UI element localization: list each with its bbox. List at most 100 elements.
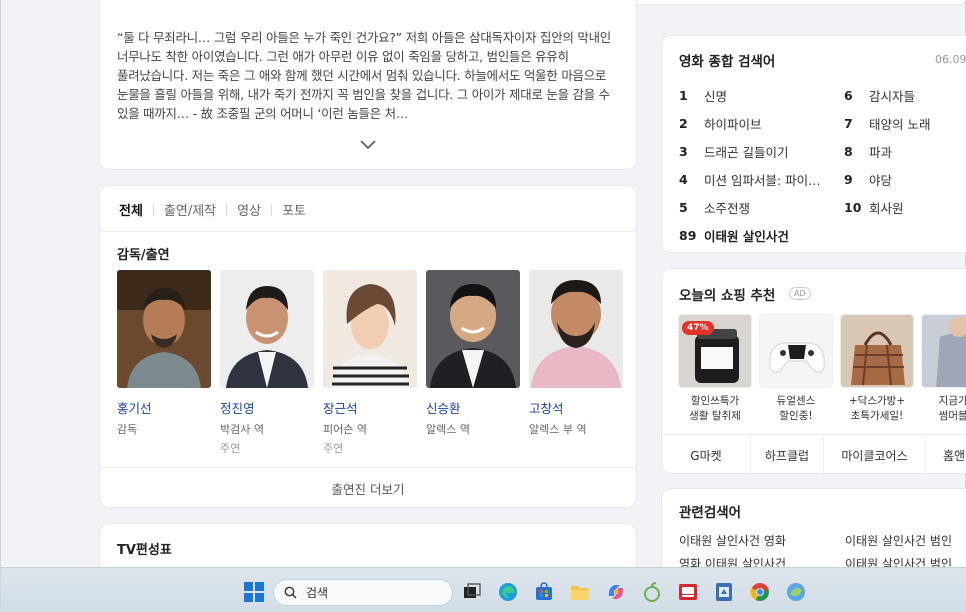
person-name[interactable]: 장근석 (323, 398, 417, 417)
rank-item[interactable]: 7 태양의 노래 (844, 109, 930, 137)
taskbar-search-input[interactable]: 검색 (273, 579, 453, 606)
person-photo[interactable] (426, 270, 520, 388)
section-title: 감독/출연 (117, 248, 170, 263)
product-item[interactable]: +닥스가방+ 초특가세일! (840, 314, 914, 424)
cast-card: 전체 출연/제작 영상 포토 감독/출연 홍기선 감독 정진영 박검사 역 주연… (99, 185, 637, 508)
shopping-card: 오늘의 쇼핑 추천 AD 47% 할인쓰특가 생활 탈취제 듀얼센스 할인중! … (661, 268, 966, 475)
rank-keyword[interactable]: 드래곤 길들이기 (704, 142, 788, 161)
rank-item[interactable]: 10 회사원 (844, 193, 930, 221)
rank-item[interactable]: 4 미션 임파서블: 파이… (679, 165, 821, 193)
start-icon[interactable] (243, 581, 265, 603)
tab-cast-production[interactable]: 출연/제작 (162, 200, 218, 219)
product-caption-line[interactable]: +닥스가방+ (849, 395, 905, 407)
cast-person[interactable]: 정진영 박검사 역 주연 (220, 270, 314, 456)
rank-keyword[interactable]: 회사원 (869, 198, 904, 217)
product-item[interactable]: 47% 할인쓰특가생활 탈취제 (678, 314, 752, 424)
person-role: 피어슨 역 (323, 423, 367, 436)
product-image[interactable] (840, 314, 914, 388)
store-link[interactable]: 하프클럽 (751, 435, 824, 475)
tab-photo[interactable]: 포토 (280, 200, 308, 219)
rank-card: 영화 종합 검색어 06.09. 1 신명 2 하이파이브 3 드래곤 길들이기 4미… (661, 35, 966, 253)
tab-divider (152, 204, 154, 215)
app2-icon[interactable] (785, 581, 807, 603)
rank-number: 7 (844, 115, 853, 131)
product-image[interactable] (759, 314, 833, 388)
product-item[interactable]: 듀얼센스할인중! (759, 314, 833, 424)
store-link[interactable]: G마켓 (662, 435, 751, 475)
rank-item-current[interactable]: 89 이태원 살인사건 (679, 221, 821, 249)
product-caption-line[interactable]: 할인쓰특가 (691, 395, 739, 407)
rank-item[interactable]: 9 야당 (844, 165, 930, 193)
rank-keyword[interactable]: 태양의 노래 (869, 114, 930, 133)
store-link[interactable]: 홈앤 (926, 435, 966, 475)
settings-icon[interactable] (713, 581, 735, 603)
rank-item[interactable]: 6 감시자들 (844, 81, 930, 109)
rank-keyword[interactable]: 야당 (869, 170, 892, 189)
product-caption-line[interactable]: 생활 탈취제 (689, 410, 741, 422)
person-photo[interactable] (529, 270, 623, 388)
rank-item[interactable]: 2 하이파이브 (679, 109, 821, 137)
product-caption-line[interactable]: 듀얼센스 (777, 395, 816, 407)
store-link[interactable]: 마이클코어스 (824, 435, 926, 475)
mail-icon[interactable] (677, 581, 699, 603)
rank-item[interactable]: 1 신명 (679, 81, 821, 109)
taskbar: 검색 (1, 567, 966, 612)
product-caption-line[interactable]: 썸머블라 (939, 410, 966, 422)
cast-person[interactable]: 홍기선 감독 (117, 270, 211, 456)
related-title: 관련검색어 (679, 505, 742, 521)
product-list: 47% 할인쓰특가 생활 탈취제 듀얼센스 할인중! +닥스가방+ 초특가세일!… (678, 314, 966, 424)
person-photo[interactable] (117, 270, 211, 388)
rank-keyword[interactable]: 감시자들 (869, 86, 915, 105)
person-photo[interactable] (323, 270, 417, 388)
tab-divider (271, 204, 273, 215)
rank-keyword[interactable]: 하이파이브 (704, 114, 762, 133)
rank-item[interactable]: 3 드래곤 길들이기 (679, 137, 821, 165)
rank-keyword[interactable]: 파과 (869, 142, 892, 161)
person-role: 감독 (117, 423, 138, 436)
person-name[interactable]: 신승환 (426, 398, 520, 417)
product-caption-line[interactable]: 할인중! (779, 410, 812, 422)
rank-keyword[interactable]: 신명 (704, 86, 727, 105)
rank-number: 3 (679, 143, 688, 159)
synopsis-card: “둘 다 무죄라니… 그럼 우리 아들은 누가 죽인 건가요?” 저희 아들은 … (99, 0, 637, 170)
store-icon[interactable] (533, 581, 555, 603)
ad-badge[interactable]: AD (789, 287, 811, 300)
more-cast-button[interactable]: 출연진 더보기 (100, 479, 636, 498)
tab-all[interactable]: 전체 (117, 200, 145, 219)
tv-schedule-title[interactable]: TV편성표 (117, 539, 172, 558)
product-item[interactable]: 지금가장썸머블라 (921, 314, 966, 424)
product-image[interactable] (921, 314, 966, 388)
search-icon (284, 586, 297, 599)
tab-video[interactable]: 영상 (235, 200, 263, 219)
person-name[interactable]: 홍기선 (117, 398, 211, 417)
rank-number: 10 (844, 199, 862, 215)
copilot-icon[interactable] (605, 581, 627, 603)
file-explorer-icon[interactable] (569, 581, 591, 603)
rank-number: 9 (844, 171, 853, 187)
chevron-down-icon[interactable] (358, 139, 378, 151)
cast-person[interactable]: 신승환 알렉스 역 (426, 270, 520, 456)
rank-keyword[interactable]: 소주전쟁 (704, 198, 750, 217)
app-icon[interactable] (641, 581, 663, 603)
person-name[interactable]: 고창석 (529, 398, 623, 417)
chrome-icon[interactable] (749, 581, 771, 603)
cast-person[interactable]: 고창석 알렉스 부 역 (529, 270, 623, 456)
product-caption-line[interactable]: 초특가세일! (851, 410, 904, 422)
edge-icon[interactable] (497, 581, 519, 603)
product-image[interactable]: 47% (678, 314, 752, 388)
person-name[interactable]: 정진영 (220, 398, 314, 417)
rank-number: 4 (679, 171, 688, 187)
discount-badge: 47% (682, 321, 714, 335)
related-keyword[interactable]: 이태원 살인사건 영화 (679, 532, 786, 549)
related-keyword[interactable]: 이태원 살인사건 범인 (845, 532, 952, 549)
top-card-fragment (631, 0, 966, 5)
person-type: 주연 (323, 442, 344, 455)
task-view-icon[interactable] (461, 581, 483, 603)
cast-person[interactable]: 장근석 피어슨 역 주연 (323, 270, 417, 456)
product-caption-line[interactable]: 지금가장 (939, 395, 966, 407)
person-photo[interactable] (220, 270, 314, 388)
rank-item[interactable]: 5 소주전쟁 (679, 193, 821, 221)
rank-keyword[interactable]: 이태원 살인사건 (704, 226, 789, 245)
rank-keyword[interactable]: 미션 임파서블: 파이… (704, 170, 821, 189)
rank-item[interactable]: 8 파과 (844, 137, 930, 165)
